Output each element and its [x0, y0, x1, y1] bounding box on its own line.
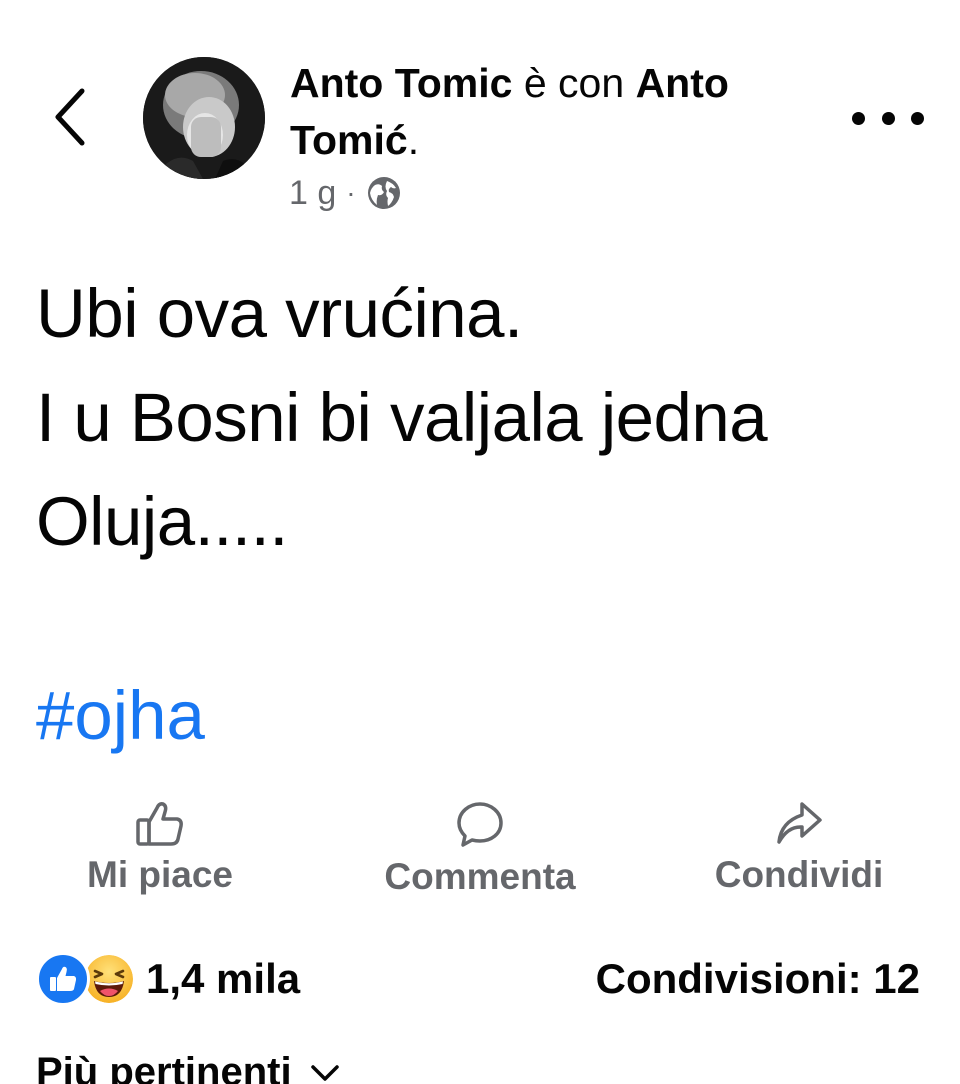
- comment-button[interactable]: Commenta: [378, 800, 582, 898]
- author-avatar[interactable]: [143, 57, 265, 179]
- more-dot-icon: [881, 111, 895, 125]
- share-arrow-icon: [777, 802, 822, 844]
- reactions-count: 1,4 mila: [146, 955, 301, 1002]
- chevron-down-icon: [310, 1064, 339, 1081]
- with-connector: è con: [523, 60, 625, 106]
- haha-reaction-icon: [82, 952, 136, 1006]
- chevron-left-icon: [55, 88, 85, 146]
- share-button[interactable]: Condividi: [710, 800, 888, 896]
- globe-icon[interactable]: [366, 175, 402, 211]
- like-label: Mi piace: [87, 854, 233, 895]
- comment-label: Commenta: [384, 856, 576, 897]
- back-button[interactable]: [40, 82, 100, 152]
- avatar-photo: [143, 57, 265, 179]
- post-meta: 1 g ·: [289, 170, 402, 216]
- author-name[interactable]: Anto Tomic: [290, 60, 512, 106]
- share-label: Condividi: [714, 854, 884, 895]
- post-time[interactable]: 1 g: [289, 174, 336, 213]
- more-options-button[interactable]: [852, 98, 924, 138]
- thumbs-up-icon: [136, 802, 183, 846]
- comment-sort-dropdown[interactable]: Più pertinenti: [36, 1050, 340, 1084]
- shares-count[interactable]: Condivisioni: 12: [596, 952, 920, 1006]
- tagged-suffix: .: [407, 117, 420, 163]
- like-button[interactable]: Mi piace: [82, 800, 238, 896]
- like-reaction-icon: [36, 952, 90, 1006]
- post-body: Ubi ova vrućina. I u Bosni bi valjala je…: [36, 262, 936, 574]
- meta-separator: ·: [346, 177, 356, 208]
- post-header-text: Anto Tomic è con Anto Tomić.: [290, 55, 810, 169]
- comment-bubble-icon: [457, 802, 503, 847]
- more-dot-icon: [852, 111, 865, 125]
- more-dot-icon: [911, 111, 924, 125]
- reactions-summary[interactable]: 1,4 mila: [36, 952, 300, 1006]
- sort-label: Più pertinenti: [36, 1050, 292, 1084]
- post-line: Ubi ova vrućina.: [36, 275, 523, 352]
- post-line: Oluja.....: [36, 483, 288, 560]
- post-line: I u Bosni bi valjala jedna: [36, 379, 768, 456]
- hashtag-link[interactable]: #ojha: [36, 671, 205, 761]
